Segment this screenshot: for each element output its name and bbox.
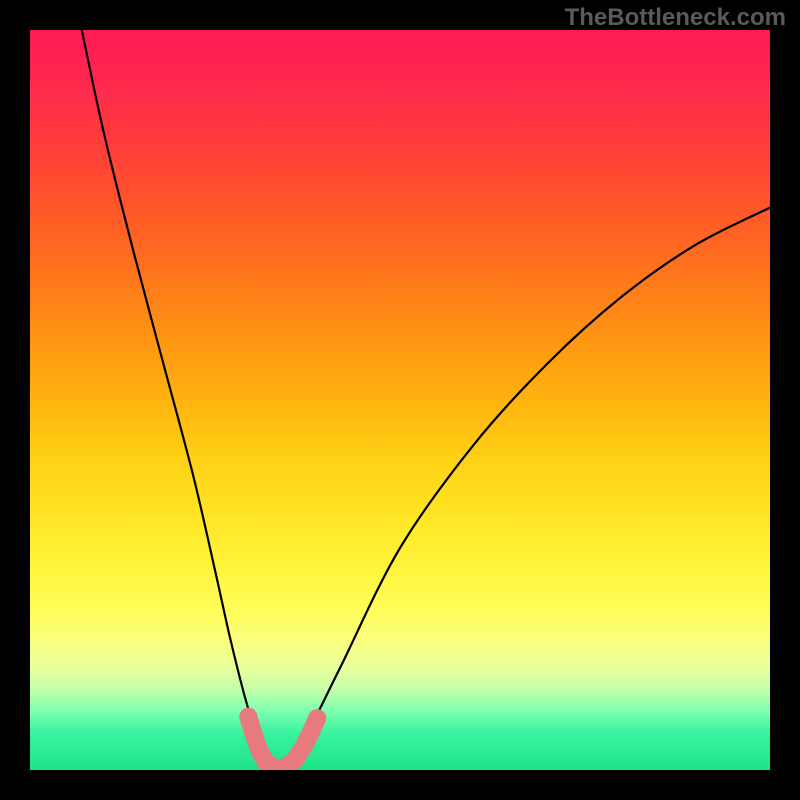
watermark-text: TheBottleneck.com	[565, 4, 786, 32]
plot-clip	[30, 30, 770, 770]
chart-frame: TheBottleneck.com	[0, 0, 800, 800]
highlight-markers	[239, 708, 326, 770]
highlight-marker	[308, 709, 326, 727]
curve-layer	[30, 30, 770, 770]
plot-area	[30, 30, 770, 770]
highlight-marker	[239, 708, 257, 726]
bottleneck-curve	[82, 30, 770, 770]
